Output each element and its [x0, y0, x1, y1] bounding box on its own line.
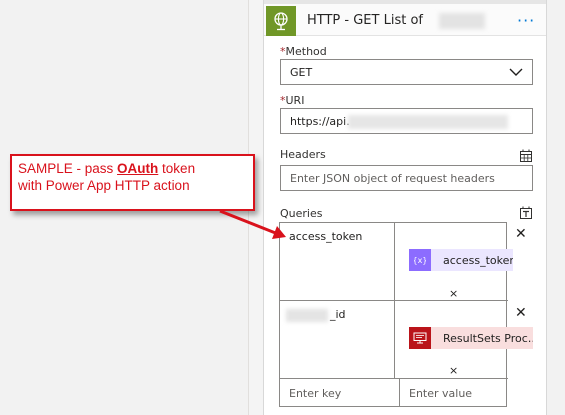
delete-row-icon[interactable]: ✕: [515, 305, 527, 321]
method-label-text: Method: [285, 45, 327, 58]
token-label: ResultSets Proc…: [443, 331, 533, 345]
remove-token-icon[interactable]: ×: [449, 364, 458, 377]
remove-token-icon[interactable]: ×: [449, 287, 458, 300]
redacted-key-part: [286, 309, 328, 322]
http-action-card: HTTP - GET List of ··· *Method GET *URI …: [263, 0, 547, 415]
redacted-title-part: [439, 13, 485, 29]
dynamic-content-token[interactable]: ResultSets Proc…: [409, 327, 533, 349]
new-value-placeholder: Enter value: [409, 387, 473, 400]
annotation-text: SAMPLE - pass: [18, 161, 118, 176]
sql-server-icon: [409, 327, 431, 349]
queries-table: access_token {x} access_token × ✕ _id: [279, 222, 533, 407]
query-key-cell[interactable]: _id: [280, 301, 395, 379]
card-title[interactable]: HTTP - GET List of: [307, 13, 423, 28]
query-value-cell[interactable]: {x} access_token ×: [395, 223, 513, 301]
more-options-button[interactable]: ···: [517, 11, 535, 30]
queries-label: Queries: [280, 207, 323, 220]
query-value-cell[interactable]: ResultSets Proc… ×: [395, 301, 533, 379]
uri-label-text: URI: [285, 94, 305, 107]
variable-icon: {x}: [409, 249, 431, 271]
switch-to-table-icon[interactable]: [519, 149, 533, 163]
chevron-down-icon: [509, 68, 523, 76]
new-value-input[interactable]: Enter value: [400, 379, 508, 407]
http-globe-icon: [266, 6, 296, 36]
annotation-bold-text: OAuth: [117, 161, 159, 176]
annotation-line-2: with Power App HTTP action: [18, 178, 190, 193]
method-value: GET: [290, 65, 313, 79]
new-key-placeholder: Enter key: [289, 387, 342, 400]
uri-value: https://api.: [290, 114, 350, 128]
query-key-cell[interactable]: access_token: [280, 223, 395, 301]
uri-input[interactable]: https://api.: [280, 108, 533, 134]
method-label: *Method: [280, 45, 327, 58]
query-key: access_token: [289, 230, 363, 243]
redacted-uri: [348, 115, 508, 129]
uri-label: *URI: [280, 94, 304, 107]
headers-label: Headers: [280, 148, 326, 161]
annotation-callout: SAMPLE - pass OAuth token with Power App…: [10, 154, 255, 211]
svg-text:{x}: {x}: [414, 256, 426, 265]
dynamic-content-token[interactable]: {x} access_token: [409, 249, 513, 271]
headers-placeholder: Enter JSON object of request headers: [290, 171, 495, 185]
annotation-text: token: [158, 161, 196, 176]
token-label: access_token: [443, 253, 513, 267]
headers-input[interactable]: Enter JSON object of request headers: [280, 165, 533, 191]
query-key: _id: [330, 308, 346, 321]
switch-to-text-icon[interactable]: [519, 206, 533, 220]
card-header[interactable]: HTTP - GET List of ···: [264, 4, 546, 36]
annotation-line-1: SAMPLE - pass OAuth token: [18, 160, 247, 177]
method-select[interactable]: GET: [280, 59, 533, 85]
delete-row-icon[interactable]: ✕: [515, 226, 527, 242]
new-key-input[interactable]: Enter key: [280, 379, 400, 407]
